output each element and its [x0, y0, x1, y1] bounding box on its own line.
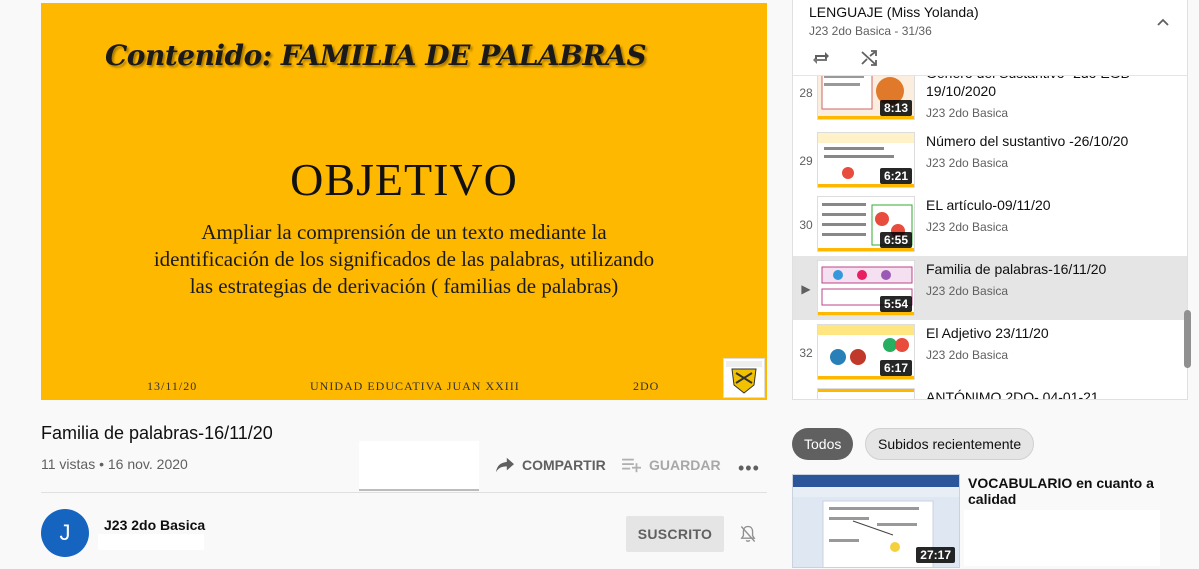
- subscriber-count-placeholder: [98, 534, 204, 550]
- more-actions-button[interactable]: •••: [738, 458, 760, 479]
- playlist-item-thumbnail: 5:54: [817, 260, 915, 316]
- thumbnail-strip: [818, 376, 914, 379]
- playlist-item-index: 30: [799, 218, 813, 232]
- save-button[interactable]: GUARDAR: [621, 456, 721, 474]
- slide-footer-school: UNIDAD EDUCATIVA JUAN XXIII: [310, 379, 520, 393]
- duration-badge: 8:13: [879, 100, 912, 116]
- playlist-item[interactable]: 30 6:55 EL artículo-09/11/20 J23 2do Bas…: [793, 192, 1187, 256]
- slide-footer-date: 13/11/20: [147, 379, 198, 393]
- share-label: COMPARTIR: [522, 457, 606, 473]
- playlist-item-channel: J23 2do Basica: [926, 348, 1009, 362]
- playlist-subtitle[interactable]: J23 2do Basica - 31/36: [809, 24, 932, 38]
- playlist-item-title: El Adjetivo 23/11/20: [926, 325, 1049, 341]
- slide-heading: Contenido: FAMILIA DE PALABRAS: [105, 39, 647, 72]
- playlist-item[interactable]: 29 6:21 Número del sustantivo -26/10/20 …: [793, 128, 1187, 192]
- playlist-item[interactable]: ANTÓNIMO 2DO- 04-01-21: [793, 384, 1187, 400]
- playlist-item-channel: J23 2do Basica: [926, 284, 1009, 298]
- school-logo: [723, 358, 765, 398]
- playlist-item[interactable]: 32 6:17 El Adjetivo 23/11/20 J23 2do Bas…: [793, 320, 1187, 384]
- share-button[interactable]: COMPARTIR: [494, 456, 606, 474]
- playlist-item-title: EL artículo-09/11/20: [926, 197, 1051, 213]
- channel-name[interactable]: J23 2do Basica: [104, 517, 205, 533]
- playlist-item-thumbnail: 6:17: [817, 324, 915, 380]
- recommended-thumbnail[interactable]: 27:17: [792, 474, 960, 568]
- video-player[interactable]: Contenido: FAMILIA DE PALABRAS OBJETIVO …: [41, 3, 767, 400]
- loop-icon[interactable]: [811, 48, 831, 68]
- playlist-scrollbar[interactable]: [1184, 310, 1191, 368]
- playlist-header: LENGUAJE (Miss Yolanda) J23 2do Basica -…: [793, 0, 1187, 76]
- channel-avatar[interactable]: J: [41, 509, 89, 557]
- thumbnail-strip: [818, 312, 914, 315]
- recommended-meta-placeholder: [964, 510, 1160, 566]
- shuffle-icon[interactable]: [859, 48, 879, 68]
- playlist-item-index: 32: [799, 346, 813, 360]
- subscribed-button[interactable]: SUSCRITO: [626, 516, 724, 552]
- playlist-item-channel: J23 2do Basica: [926, 156, 1009, 170]
- save-label: GUARDAR: [649, 457, 721, 473]
- recommended-title[interactable]: VOCABULARIO en cuanto a calidad: [968, 475, 1158, 507]
- chevron-up-icon[interactable]: [1155, 14, 1171, 30]
- video-meta: 11 vistas • 16 nov. 2020: [41, 456, 188, 472]
- slide-objective-line: identificación de los significados de la…: [153, 247, 655, 271]
- playlist-item-current[interactable]: ▶ 5:54 Familia de palabras-16/11/20 J23 …: [793, 256, 1187, 320]
- now-playing-icon: ▶: [801, 282, 811, 296]
- duration-badge: 6:17: [879, 360, 912, 376]
- playlist-panel: 28 8:13 Género del Sustantivo- 2do EGB-1…: [792, 0, 1188, 400]
- duration-badge: 5:54: [879, 296, 912, 312]
- playlist-item-title: ANTÓNIMO 2DO- 04-01-21: [926, 389, 1099, 400]
- playlist-item-thumbnail: 6:55: [817, 196, 915, 252]
- video-title: Familia de palabras-16/11/20: [41, 423, 273, 443]
- slide-objective-text: Ampliar la comprensión de un texto media…: [41, 219, 767, 300]
- playlist-item-title: Número del sustantivo -26/10/20: [926, 133, 1129, 149]
- playlist-item-index: 28: [799, 86, 813, 100]
- thumbnail-strip: [818, 116, 914, 119]
- thumbnail-strip: [818, 389, 914, 392]
- playlist-title[interactable]: LENGUAJE (Miss Yolanda): [809, 4, 979, 20]
- duration-badge: 6:55: [879, 232, 912, 248]
- duration-badge: 6:21: [879, 168, 912, 184]
- chip-all[interactable]: Todos: [792, 428, 854, 460]
- like-area-placeholder: [359, 441, 479, 491]
- slide-objective-line: Ampliar la comprensión de un texto media…: [201, 220, 607, 244]
- sentiment-bar: [359, 489, 479, 491]
- playlist-item-thumbnail: 6:21: [817, 132, 915, 188]
- playlist-item-thumbnail: [817, 388, 915, 399]
- chip-recently-uploaded[interactable]: Subidos recientemente: [865, 428, 1035, 460]
- share-icon: [496, 457, 514, 473]
- playlist-item-index: 29: [799, 154, 813, 168]
- playlist-item-channel: J23 2do Basica: [926, 220, 1009, 234]
- thumbnail-strip: [818, 184, 914, 187]
- duration-badge: 27:17: [916, 547, 955, 563]
- slide-objective-title: OBJETIVO: [290, 154, 518, 205]
- playlist-item-channel: J23 2do Basica: [926, 106, 1009, 120]
- slide-objective-line: las estrategias de derivación ( familias…: [189, 274, 619, 298]
- thumbnail-strip: [818, 248, 914, 251]
- playlist-add-icon: [622, 458, 641, 473]
- notifications-off-bell-icon[interactable]: [738, 524, 758, 544]
- slide-footer-grade: 2DO: [633, 379, 660, 393]
- divider: [41, 492, 767, 493]
- playlist-item-title: Familia de palabras-16/11/20: [926, 261, 1107, 277]
- youtube-watch-page: Contenido: FAMILIA DE PALABRAS OBJETIVO …: [0, 0, 1199, 569]
